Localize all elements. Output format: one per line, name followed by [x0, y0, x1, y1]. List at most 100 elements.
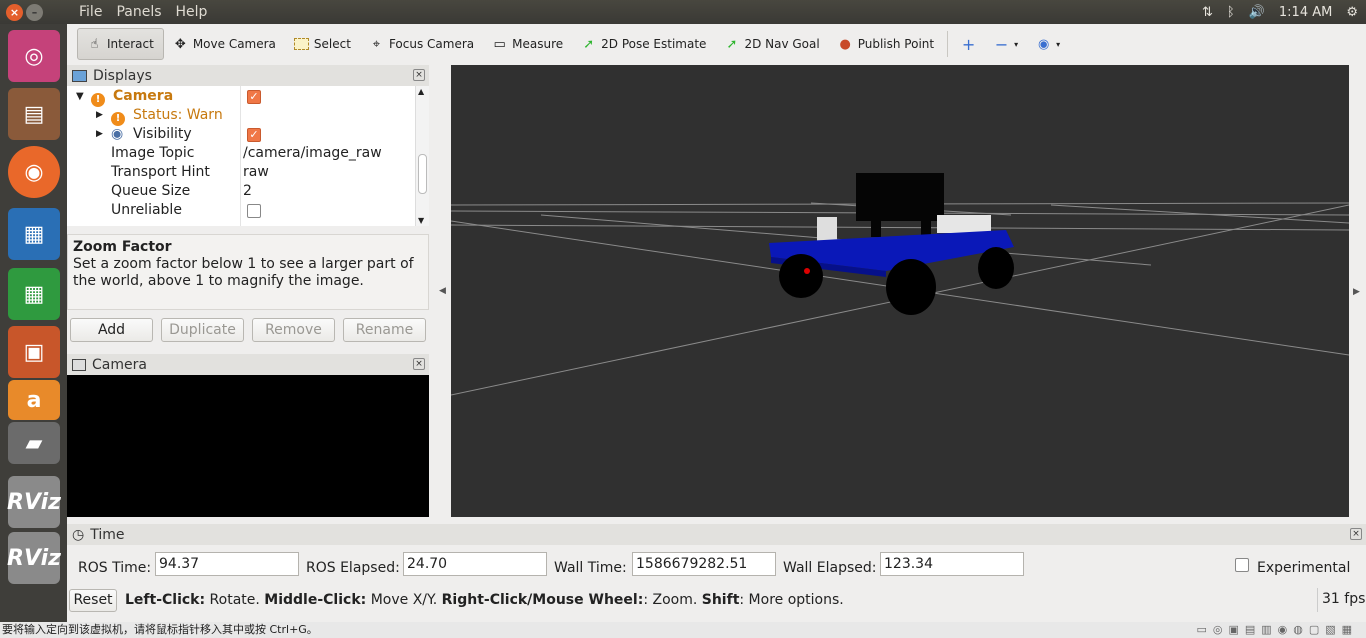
- files-icon[interactable]: ▤: [8, 88, 60, 140]
- tree-row-image-topic[interactable]: Image Topic /camera/image_raw: [67, 144, 415, 163]
- interact-tool[interactable]: ☝ Interact: [77, 28, 164, 60]
- close-icon-2[interactable]: ×: [413, 358, 425, 370]
- image-topic-label: Image Topic: [111, 145, 195, 161]
- close-icon-3[interactable]: ×: [1350, 528, 1362, 540]
- move-camera-tool[interactable]: ✥ Move Camera: [164, 28, 285, 60]
- transport-hint-value[interactable]: raw: [243, 163, 269, 182]
- plus-icon: +: [961, 34, 976, 54]
- nav-goal-label: 2D Nav Goal: [744, 37, 820, 51]
- monitor-icon: [72, 69, 87, 82]
- queue-size-value[interactable]: 2: [243, 182, 252, 201]
- wall-elapsed-field[interactable]: 123.34: [880, 552, 1024, 576]
- remove-tool-button[interactable]: − ▾: [985, 28, 1027, 60]
- move-camera-label: Move Camera: [192, 37, 276, 51]
- measure-tool[interactable]: ▭ Measure: [483, 28, 572, 60]
- calc-icon[interactable]: ▦: [8, 268, 60, 320]
- measure-label: Measure: [512, 37, 564, 51]
- reset-button[interactable]: Reset: [69, 589, 117, 612]
- close-window-button[interactable]: ×: [6, 3, 23, 21]
- scroll-up-icon[interactable]: ▲: [418, 87, 424, 96]
- ros-time-label: ROS Time:: [78, 560, 152, 576]
- software-icon[interactable]: ▰: [8, 422, 60, 464]
- writer-icon[interactable]: ▦: [8, 208, 60, 260]
- publish-point-tool[interactable]: ● Publish Point: [829, 28, 943, 60]
- hint-middle-click-text: Move X/Y.: [366, 592, 442, 608]
- minus-icon: −: [994, 34, 1009, 54]
- network-icon[interactable]: ⇅: [1202, 5, 1213, 20]
- select-tool[interactable]: Select: [285, 28, 360, 60]
- focus-camera-tool[interactable]: ⌖ Focus Camera: [360, 28, 483, 60]
- menu-panels[interactable]: Panels: [116, 4, 161, 20]
- unreliable-checkbox[interactable]: [247, 204, 261, 218]
- scroll-down-icon[interactable]: ▼: [418, 216, 424, 225]
- vm-device-icons[interactable]: ▭◎▣▤▥◉◍▢▧▦: [1196, 622, 1358, 638]
- amazon-icon[interactable]: a: [8, 380, 60, 420]
- camera-panel-title: Camera: [92, 356, 147, 373]
- menu-help[interactable]: Help: [176, 4, 208, 20]
- add-tool-button[interactable]: +: [952, 28, 985, 60]
- tree-row-status[interactable]: ▶ ! Status: Warn: [67, 106, 415, 126]
- right-splitter[interactable]: ▶: [1349, 65, 1366, 517]
- eye-icon: ◉: [1037, 36, 1050, 52]
- collapse-left-icon[interactable]: ◀: [439, 286, 446, 296]
- collapse-right-icon[interactable]: ▶: [1353, 287, 1360, 297]
- expand-arrow-icon-2[interactable]: ▶: [96, 106, 103, 125]
- interact-label: Interact: [107, 37, 154, 51]
- chevron-down-icon-2: ▾: [1056, 39, 1061, 49]
- ubuntu-icon[interactable]: ◎: [8, 30, 60, 82]
- rviz-icon-2[interactable]: RViz: [7, 532, 61, 584]
- expand-arrow-icon[interactable]: ▼: [76, 87, 84, 106]
- displays-scrollbar[interactable]: ▲ ▼: [415, 86, 429, 226]
- tree-row-unreliable[interactable]: Unreliable: [67, 201, 415, 220]
- tree-row-visibility[interactable]: ▶ ◉ Visibility ✓: [67, 125, 415, 144]
- system-tray: ⇅ ᛒ 🔊 1:14 AM ⚙: [1202, 0, 1358, 24]
- transport-hint-label: Transport Hint: [111, 164, 210, 180]
- publish-point-label: Publish Point: [857, 37, 935, 51]
- displays-title: Displays: [93, 67, 152, 84]
- status-bar: Reset Left-Click: Rotate. Middle-Click: …: [67, 588, 1366, 614]
- tree-row-transport-hint[interactable]: Transport Hint raw: [67, 163, 415, 182]
- firefox-icon[interactable]: ◉: [8, 146, 60, 198]
- impress-icon[interactable]: ▣: [8, 326, 60, 378]
- pose-estimate-tool[interactable]: ➚ 2D Pose Estimate: [572, 28, 715, 60]
- pose-estimate-label: 2D Pose Estimate: [601, 37, 707, 51]
- green-arrow-icon: ➚: [583, 36, 595, 52]
- expand-arrow-icon-3[interactable]: ▶: [96, 125, 103, 144]
- wall-elapsed-label: Wall Elapsed:: [783, 560, 877, 576]
- tree-row-camera[interactable]: ▼ ! Camera ✓: [67, 87, 415, 107]
- app-menu: File Panels Help: [79, 4, 207, 20]
- camera-panel-icon: [72, 358, 86, 371]
- ros-elapsed-field[interactable]: 24.70: [403, 552, 547, 576]
- scroll-thumb[interactable]: [418, 154, 427, 194]
- hint-shift: Shift: [701, 592, 740, 608]
- experimental-checkbox[interactable]: [1235, 558, 1249, 572]
- experimental-label: Experimental: [1257, 560, 1351, 576]
- clock[interactable]: 1:14 AM: [1279, 5, 1332, 20]
- close-icon[interactable]: ×: [413, 69, 425, 81]
- vm-hint-text: 要将输入定向到该虚拟机，请将鼠标指针移入其中或按 Ctrl+G。: [2, 623, 318, 636]
- menu-file[interactable]: File: [79, 4, 102, 20]
- status-label: Status: Warn: [133, 107, 223, 123]
- minimize-window-button[interactable]: –: [26, 3, 43, 21]
- add-button[interactable]: Add: [70, 318, 153, 342]
- nav-goal-tool[interactable]: ➚ 2D Nav Goal: [715, 28, 828, 60]
- hand-icon: ☝: [90, 36, 99, 52]
- views-tool-button[interactable]: ◉ ▾: [1027, 28, 1069, 60]
- camera-enable-checkbox[interactable]: ✓: [247, 90, 261, 104]
- remove-button[interactable]: Remove: [252, 318, 335, 342]
- bluetooth-icon[interactable]: ᛒ: [1227, 5, 1235, 20]
- camera-image-view[interactable]: [67, 375, 429, 517]
- rviz-icon[interactable]: RViz: [7, 476, 61, 528]
- wall-time-field[interactable]: 1586679282.51: [632, 552, 776, 576]
- duplicate-button[interactable]: Duplicate: [161, 318, 244, 342]
- fps-counter: 31 fps: [1317, 588, 1366, 612]
- gear-icon[interactable]: ⚙: [1346, 5, 1358, 20]
- 3d-viewport[interactable]: [451, 65, 1349, 517]
- ros-time-field[interactable]: 94.37: [155, 552, 299, 576]
- image-topic-value[interactable]: /camera/image_raw: [243, 144, 382, 163]
- time-panel-title: Time: [90, 526, 125, 543]
- volume-icon[interactable]: 🔊: [1249, 5, 1265, 20]
- tree-row-queue-size[interactable]: Queue Size 2: [67, 182, 415, 201]
- visibility-checkbox[interactable]: ✓: [247, 128, 261, 142]
- rename-button[interactable]: Rename: [343, 318, 426, 342]
